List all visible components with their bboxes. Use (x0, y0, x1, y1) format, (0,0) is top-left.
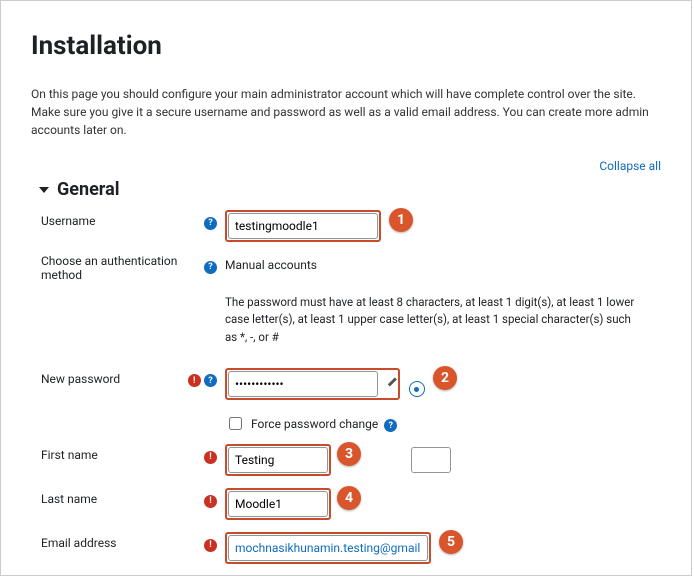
pencil-icon[interactable] (385, 376, 399, 390)
username-input[interactable] (228, 213, 378, 239)
auth-method-label: Choose an authentication method (31, 254, 181, 282)
auth-method-value: Manual accounts (225, 254, 661, 272)
callout-highlight-5 (225, 532, 431, 564)
installation-page: Installation On this page you should con… (0, 0, 692, 576)
required-icon: ! (188, 374, 201, 387)
required-icon: ! (204, 539, 217, 552)
callout-badge-3: 3 (337, 442, 361, 466)
section-general-toggle[interactable]: General (31, 179, 661, 200)
help-icon[interactable]: ? (204, 217, 217, 230)
help-icon[interactable]: ? (204, 261, 217, 274)
callout-highlight-1 (225, 210, 381, 242)
intro-text: On this page you should configure your m… (31, 85, 661, 139)
email-label: Email address (31, 532, 181, 550)
last-name-input[interactable] (228, 491, 328, 517)
first-name-label: First name (31, 444, 181, 462)
callout-badge-2: 2 (433, 366, 457, 390)
username-label: Username (31, 210, 181, 228)
required-icon: ! (204, 451, 217, 464)
last-name-label: Last name (31, 488, 181, 506)
callout-highlight-3 (225, 444, 331, 476)
help-icon[interactable]: ? (384, 419, 397, 432)
password-input[interactable] (228, 371, 378, 397)
eye-icon[interactable] (409, 381, 425, 397)
first-name-extra-input[interactable] (411, 447, 451, 473)
email-input[interactable] (228, 535, 428, 561)
force-change-checkbox[interactable] (229, 417, 242, 430)
password-hint: The password must have at least 8 charac… (225, 294, 661, 346)
first-name-input[interactable] (228, 447, 328, 473)
section-title: General (57, 179, 120, 200)
force-change-label: Force password change (251, 417, 378, 431)
callout-badge-5: 5 (439, 530, 463, 554)
help-icon[interactable]: ? (204, 374, 217, 387)
callout-highlight-2 (225, 368, 400, 400)
collapse-all-link[interactable]: Collapse all (599, 159, 661, 173)
callout-badge-4: 4 (337, 486, 361, 510)
new-password-label: New password (31, 368, 181, 386)
callout-highlight-4 (225, 488, 331, 520)
caret-down-icon (39, 187, 49, 193)
required-icon: ! (204, 495, 217, 508)
callout-badge-1: 1 (389, 208, 413, 232)
page-title: Installation (31, 31, 661, 61)
